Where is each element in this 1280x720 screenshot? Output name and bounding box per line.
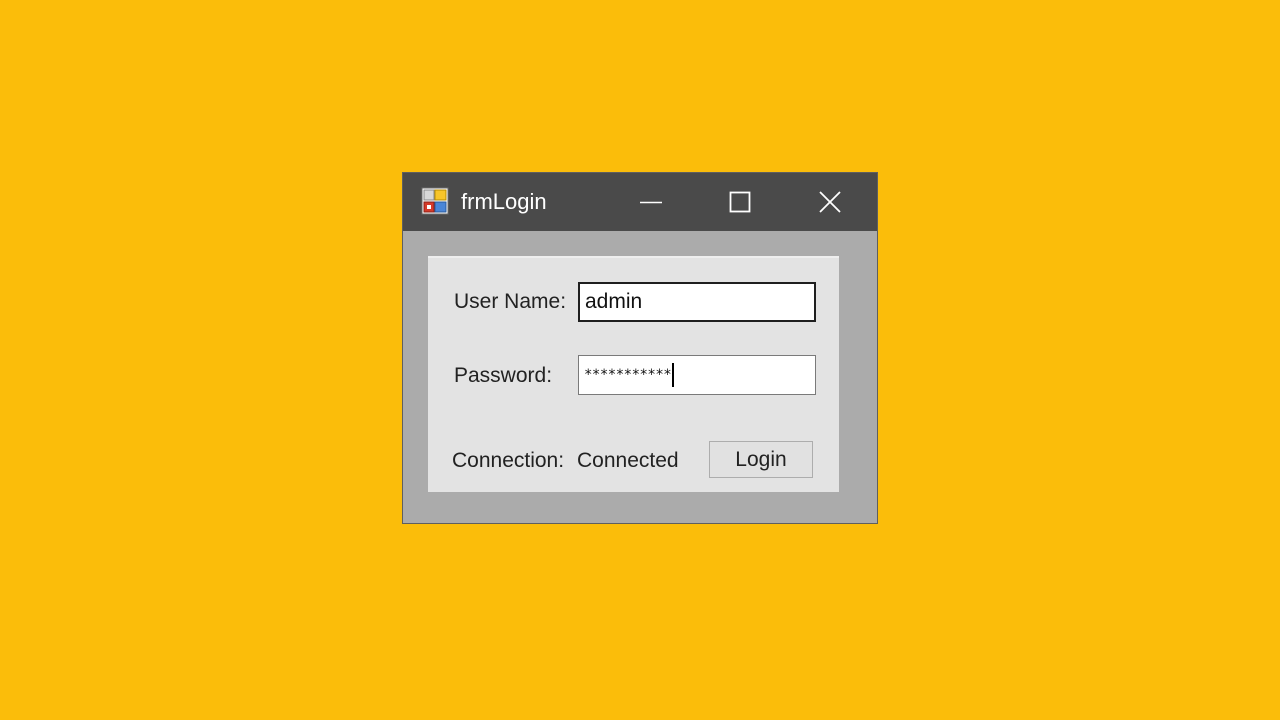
minimize-icon	[640, 201, 662, 204]
login-panel: User Name: Password: Connection: Connect…	[428, 256, 839, 492]
login-window: frmLogin User Name: Password: Connection…	[402, 172, 878, 524]
window-title: frmLogin	[461, 189, 547, 214]
login-button[interactable]: Login	[709, 441, 813, 478]
maximize-button[interactable]	[696, 173, 784, 231]
password-field[interactable]	[578, 355, 816, 395]
title-bar[interactable]: frmLogin	[403, 173, 877, 231]
text-cursor	[672, 363, 674, 387]
connection-status: Connected	[577, 449, 679, 472]
password-label: Password:	[454, 364, 553, 387]
close-button[interactable]	[786, 173, 874, 231]
app-icon	[421, 187, 449, 215]
connection-label: Connection:	[452, 449, 565, 472]
maximize-icon	[729, 191, 751, 213]
close-icon	[819, 191, 841, 213]
minimize-button[interactable]	[607, 173, 695, 231]
username-field[interactable]	[578, 282, 816, 322]
username-label: User Name:	[454, 290, 567, 313]
